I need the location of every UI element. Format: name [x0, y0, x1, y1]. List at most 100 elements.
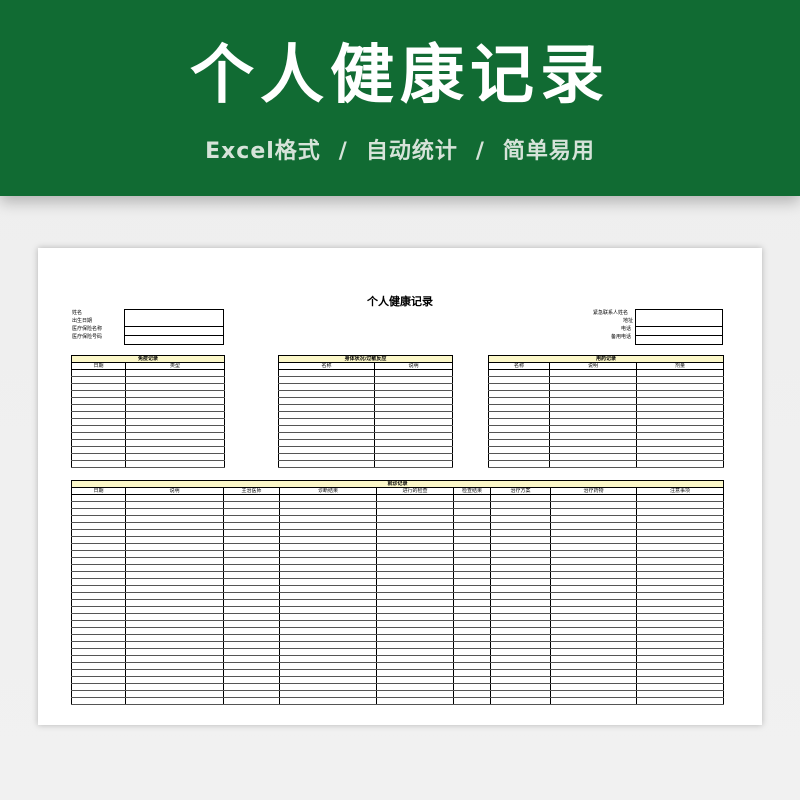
table-cell[interactable]: [550, 529, 637, 537]
table-cell[interactable]: [71, 529, 126, 537]
table-cell[interactable]: [550, 515, 637, 523]
table-cell[interactable]: [635, 453, 725, 461]
table-cell[interactable]: [223, 543, 280, 551]
table-cell[interactable]: [279, 522, 377, 530]
table-cell[interactable]: [490, 557, 551, 565]
table-cell[interactable]: [549, 369, 637, 377]
table-cell[interactable]: [279, 494, 377, 502]
table-cell[interactable]: [490, 550, 551, 558]
table-cell[interactable]: [490, 508, 551, 516]
table-cell[interactable]: [71, 390, 126, 398]
table-cell[interactable]: [549, 453, 637, 461]
table-cell[interactable]: [71, 460, 126, 468]
table-cell[interactable]: [279, 564, 377, 572]
table-cell[interactable]: [453, 655, 491, 663]
table-cell[interactable]: [71, 599, 126, 607]
table-cell[interactable]: [71, 648, 126, 656]
table-cell[interactable]: [373, 425, 454, 433]
table-cell[interactable]: [71, 453, 126, 461]
table-cell[interactable]: [453, 683, 491, 691]
table-cell[interactable]: [125, 494, 224, 502]
table-cell[interactable]: [376, 508, 454, 516]
table-cell[interactable]: [223, 620, 280, 628]
table-cell[interactable]: [490, 634, 551, 642]
table-cell[interactable]: [453, 585, 491, 593]
table-cell[interactable]: [635, 390, 725, 398]
table-cell[interactable]: [376, 662, 454, 670]
table-cell[interactable]: [125, 585, 224, 593]
table-cell[interactable]: [223, 578, 280, 586]
table-cell[interactable]: [635, 662, 725, 670]
table-cell[interactable]: [488, 453, 550, 461]
table-cell[interactable]: [71, 397, 126, 405]
table-cell[interactable]: [279, 676, 377, 684]
table-cell[interactable]: [549, 383, 637, 391]
table-cell[interactable]: [125, 620, 224, 628]
table-cell[interactable]: [376, 550, 454, 558]
table-cell[interactable]: [376, 536, 454, 544]
table-cell[interactable]: [490, 592, 551, 600]
table-cell[interactable]: [376, 585, 454, 593]
table-cell[interactable]: [373, 369, 454, 377]
table-cell[interactable]: [550, 690, 637, 698]
table-cell[interactable]: [453, 571, 491, 579]
table-cell[interactable]: [550, 585, 637, 593]
table-cell[interactable]: [453, 522, 491, 530]
table-cell[interactable]: [488, 460, 550, 468]
table-cell[interactable]: [453, 627, 491, 635]
table-cell[interactable]: [490, 529, 551, 537]
table-cell[interactable]: [125, 641, 224, 649]
table-cell[interactable]: [71, 369, 126, 377]
table-cell[interactable]: [71, 683, 126, 691]
table-cell[interactable]: [279, 613, 377, 621]
table-cell[interactable]: [635, 522, 725, 530]
table-cell[interactable]: [490, 578, 551, 586]
table-cell[interactable]: [635, 564, 725, 572]
table-cell[interactable]: [453, 515, 491, 523]
table-cell[interactable]: [71, 571, 126, 579]
table-cell[interactable]: [125, 655, 224, 663]
table-cell[interactable]: [124, 397, 226, 405]
table-cell[interactable]: [488, 397, 550, 405]
table-cell[interactable]: [278, 418, 375, 426]
table-cell[interactable]: [376, 599, 454, 607]
table-cell[interactable]: [125, 557, 224, 565]
table-cell[interactable]: [488, 439, 550, 447]
table-cell[interactable]: [453, 494, 491, 502]
table-cell[interactable]: [490, 627, 551, 635]
table-cell[interactable]: [490, 494, 551, 502]
table-cell[interactable]: [71, 404, 126, 412]
table-cell[interactable]: [125, 690, 224, 698]
table-cell[interactable]: [550, 501, 637, 509]
table-cell[interactable]: [549, 425, 637, 433]
table-cell[interactable]: [376, 564, 454, 572]
table-cell[interactable]: [635, 599, 725, 607]
table-cell[interactable]: [373, 439, 454, 447]
table-cell[interactable]: [71, 592, 126, 600]
table-cell[interactable]: [376, 676, 454, 684]
table-cell[interactable]: [278, 369, 375, 377]
table-cell[interactable]: [550, 655, 637, 663]
table-cell[interactable]: [71, 550, 126, 558]
table-cell[interactable]: [223, 501, 280, 509]
table-cell[interactable]: [376, 683, 454, 691]
table-cell[interactable]: [223, 655, 280, 663]
table-cell[interactable]: [490, 536, 551, 544]
table-cell[interactable]: [71, 655, 126, 663]
field-input-birthdate[interactable]: [124, 318, 224, 327]
table-cell[interactable]: [373, 446, 454, 454]
table-cell[interactable]: [550, 620, 637, 628]
table-cell[interactable]: [550, 627, 637, 635]
field-input-address[interactable]: [635, 318, 723, 327]
table-cell[interactable]: [71, 641, 126, 649]
table-cell[interactable]: [223, 585, 280, 593]
table-cell[interactable]: [223, 508, 280, 516]
table-cell[interactable]: [71, 515, 126, 523]
table-cell[interactable]: [490, 690, 551, 698]
table-cell[interactable]: [635, 648, 725, 656]
table-cell[interactable]: [279, 571, 377, 579]
table-cell[interactable]: [125, 578, 224, 586]
table-cell[interactable]: [549, 446, 637, 454]
table-cell[interactable]: [71, 494, 126, 502]
table-cell[interactable]: [125, 627, 224, 635]
